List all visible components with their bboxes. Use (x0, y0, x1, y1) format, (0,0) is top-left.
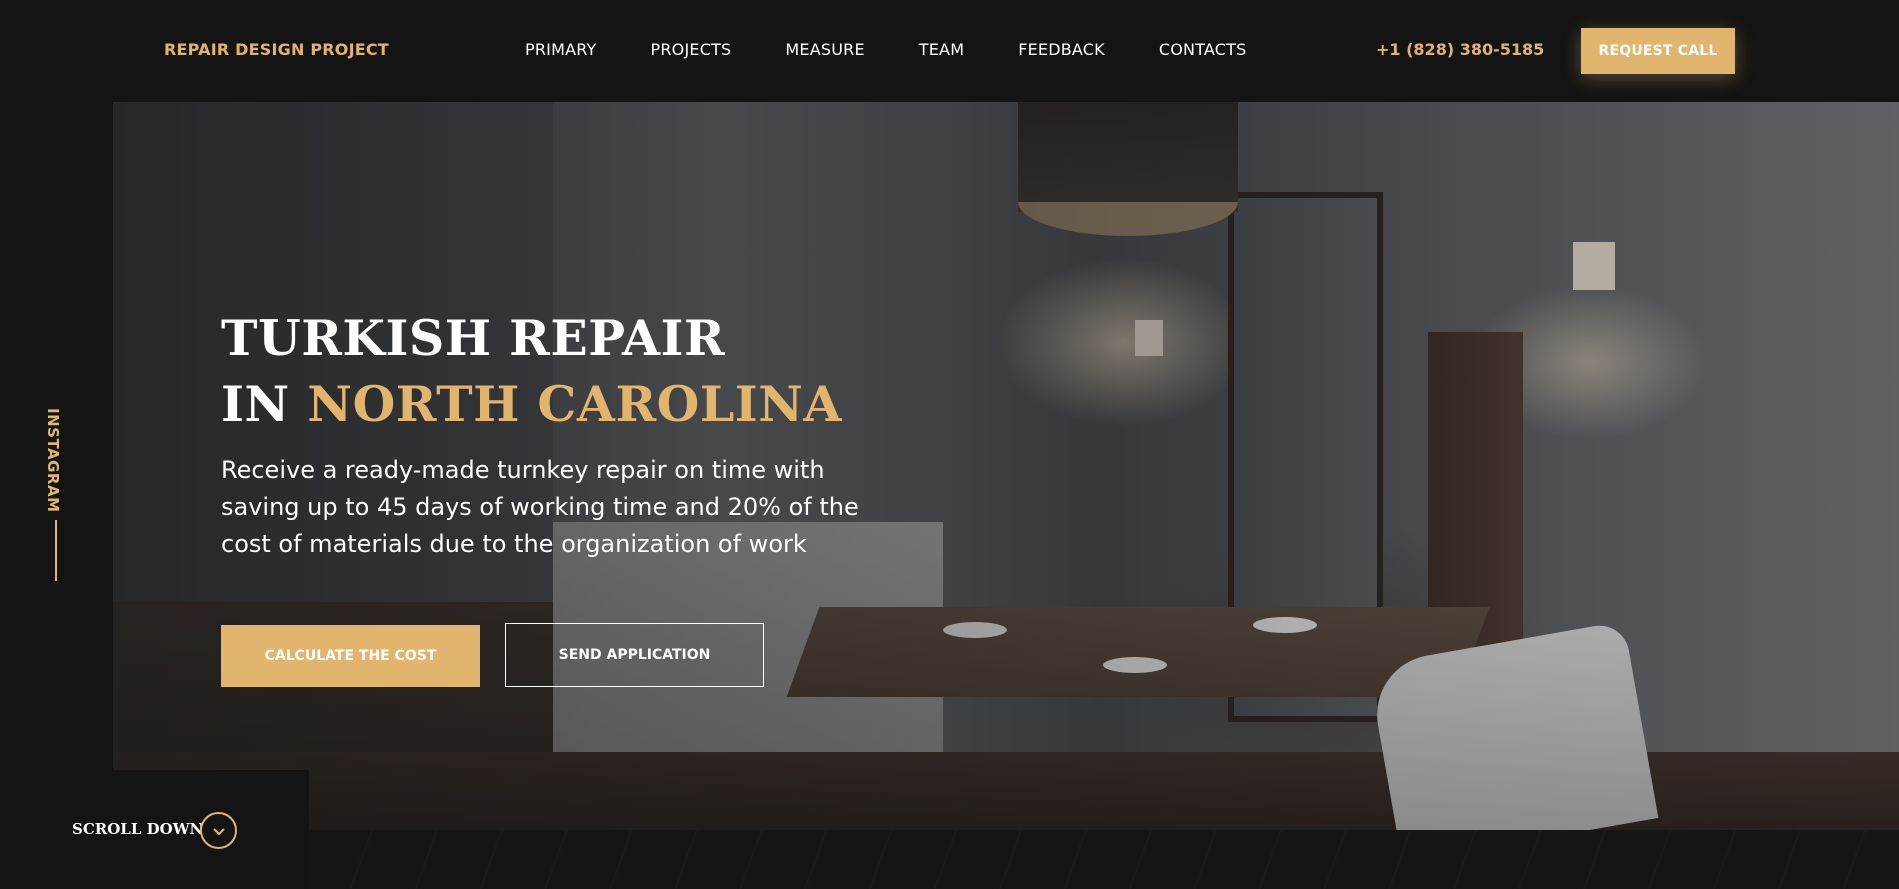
nav-item-primary[interactable]: PRIMARY (525, 40, 597, 59)
instagram-label: INSTAGRAM (44, 408, 62, 513)
bottom-pattern-strip (309, 830, 1899, 889)
send-application-button[interactable]: SEND APPLICATION (505, 623, 764, 687)
instagram-link[interactable]: INSTAGRAM (44, 408, 68, 513)
nav-item-contacts[interactable]: CONTACTS (1159, 40, 1247, 59)
chevron-down-icon (212, 827, 225, 835)
landing-page: REPAIR DESIGN PROJECT PRIMARY PROJECTS M… (0, 0, 1899, 889)
nav-item-measure[interactable]: MEASURE (785, 40, 864, 59)
scroll-down-label: SCROLL DOWN (72, 820, 204, 838)
request-call-button[interactable]: REQUEST CALL (1581, 28, 1735, 74)
hero-title-line1: TURKISH REPAIR (221, 309, 726, 367)
scroll-down-button[interactable] (200, 812, 237, 849)
nav-item-team[interactable]: TEAM (919, 40, 964, 59)
main-nav: PRIMARY PROJECTS MEASURE TEAM FEEDBACK C… (525, 40, 1247, 59)
hero-title-prefix: IN (221, 375, 290, 433)
instagram-divider-line (55, 520, 57, 581)
logo[interactable]: REPAIR DESIGN PROJECT (164, 40, 389, 59)
hero-title: TURKISH REPAIR IN NORTH CAROLINA (221, 305, 842, 437)
calculate-cost-button[interactable]: CALCULATE THE COST (221, 625, 480, 687)
hero-title-accent: NORTH CAROLINA (307, 375, 843, 433)
site-header: REPAIR DESIGN PROJECT PRIMARY PROJECTS M… (0, 0, 1899, 102)
nav-item-feedback[interactable]: FEEDBACK (1018, 40, 1105, 59)
hero-description: Receive a ready-made turnkey repair on t… (221, 456, 859, 558)
phone-link[interactable]: +1 (828) 380-5185 (1376, 40, 1544, 59)
nav-item-projects[interactable]: PROJECTS (651, 40, 732, 59)
